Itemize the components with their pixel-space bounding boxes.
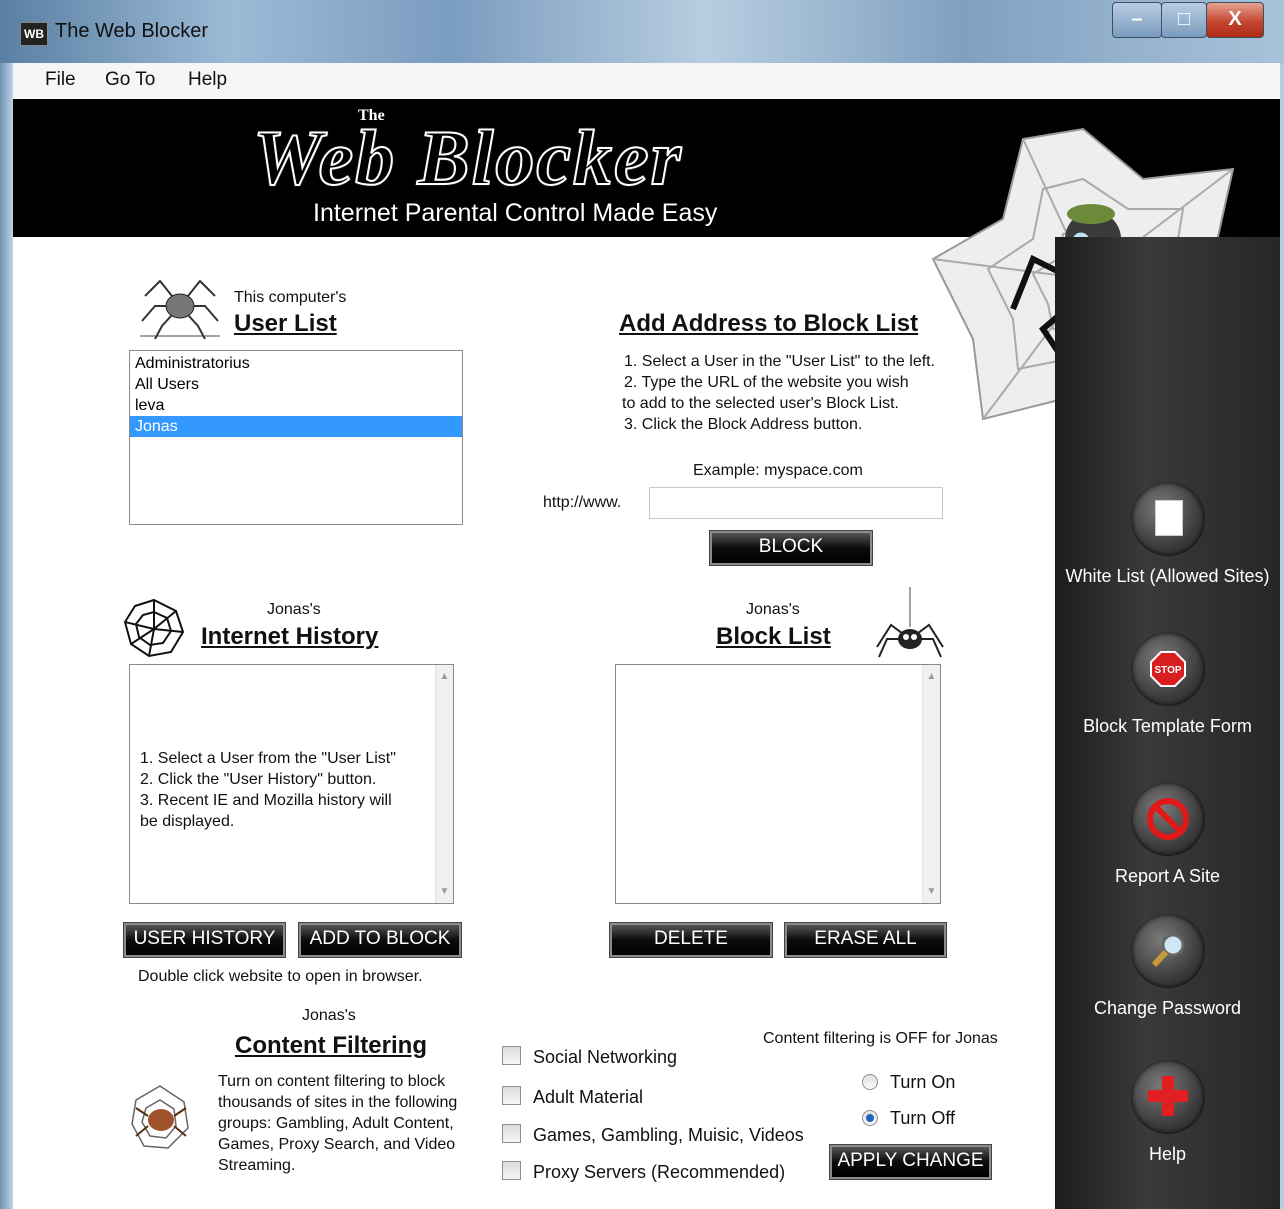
app-icon: WB <box>20 22 48 46</box>
list-item[interactable]: All Users <box>130 374 462 395</box>
sidebar-item-label: Help <box>1148 1144 1187 1164</box>
history-help-line: 2. Click the "User History" button. <box>140 771 377 788</box>
sidebar-item-white-list[interactable]: White List (Allowed Sites) <box>1055 482 1280 587</box>
apply-change-button[interactable]: APPLY CHANGE <box>829 1144 992 1180</box>
history-hint: Double click website to open in browser. <box>138 968 423 985</box>
erase-all-button[interactable]: ERASE ALL <box>784 922 947 958</box>
stop-sign-icon: STOP <box>1130 632 1205 706</box>
history-owner: Jonas's <box>267 601 321 618</box>
user-list-caption: This computer's <box>234 289 347 306</box>
list-item-selected[interactable]: Jonas <box>130 416 462 437</box>
filtering-description-line: Streaming. <box>218 1157 296 1174</box>
scroll-up-icon[interactable]: ▲ <box>436 671 453 682</box>
history-help-line: 1. Select a User from the "User List" <box>140 750 396 767</box>
scrollbar[interactable]: ▲ ▼ <box>922 665 940 903</box>
proxy-servers-label: Proxy Servers (Recommended) <box>533 1162 786 1182</box>
url-example: Example: myspace.com <box>693 462 863 479</box>
list-item[interactable]: leva <box>130 395 462 416</box>
scroll-up-icon[interactable]: ▲ <box>923 671 940 682</box>
turn-off-radio[interactable] <box>862 1110 878 1126</box>
document-icon <box>1130 482 1205 556</box>
proxy-servers-checkbox[interactable] <box>502 1161 521 1180</box>
history-help-line: 3. Recent IE and Mozilla history will <box>140 792 392 809</box>
social-networking-label: Social Networking <box>533 1047 678 1067</box>
filtering-description-line: Turn on content filtering to block <box>218 1073 446 1090</box>
user-history-button[interactable]: USER HISTORY <box>123 922 286 958</box>
turn-off-label: Turn Off <box>890 1108 956 1128</box>
sidebar-item-label: Block Template Form <box>1083 716 1252 736</box>
adult-material-label: Adult Material <box>533 1087 644 1107</box>
hanging-spider-icon <box>876 587 944 658</box>
menu-go-to[interactable]: Go To <box>105 69 155 91</box>
filtering-description-line: thousands of sites in the following <box>218 1094 458 1111</box>
sidebar-item-change-password[interactable]: Change Password <box>1055 914 1280 1019</box>
block-list-box[interactable]: ▲ ▼ <box>615 664 941 904</box>
filtering-description-line: groups: Gambling, Adult Content, <box>218 1115 454 1132</box>
close-button[interactable]: X <box>1206 2 1264 38</box>
filtering-description: Turn on content filtering to block thous… <box>218 1071 488 1176</box>
scroll-down-icon[interactable]: ▼ <box>436 886 453 897</box>
url-prefix: http://www. <box>543 494 622 511</box>
sidebar-item-report-site[interactable]: Report A Site <box>1055 782 1280 887</box>
sidebar-item-label: Change Password <box>1093 998 1242 1018</box>
prohibited-icon <box>1130 782 1205 856</box>
games-gambling-checkbox[interactable] <box>502 1124 521 1143</box>
menu-bar: File Go To Help <box>13 63 1280 100</box>
games-gambling-label: Games, Gambling, Muisic, Videos <box>533 1125 804 1145</box>
add-address-title: Add Address to Block List <box>619 310 919 337</box>
filtering-owner: Jonas's <box>302 1007 356 1024</box>
logo-the: The <box>358 107 385 124</box>
window-frame-left <box>0 63 13 1209</box>
delete-address-button[interactable]: DELETE ADDRESS <box>609 922 773 977</box>
url-input[interactable] <box>649 487 943 519</box>
tagline: Internet Parental Control Made Easy <box>313 199 718 227</box>
user-list-title: User List <box>234 310 337 337</box>
social-networking-checkbox[interactable] <box>502 1046 521 1065</box>
filtering-title: Content Filtering <box>235 1032 427 1059</box>
minimize-button[interactable]: – <box>1112 2 1162 38</box>
add-address-step: 1. Select a User in the "User List" to t… <box>624 353 936 370</box>
scroll-down-icon[interactable]: ▼ <box>923 886 940 897</box>
window-title: The Web Blocker <box>55 20 209 42</box>
turn-on-label: Turn On <box>890 1072 956 1092</box>
sidebar-item-label: White List (Allowed Sites) <box>1065 566 1270 586</box>
logo-text: Web Blocker <box>252 113 683 202</box>
maximize-button[interactable]: □ <box>1161 2 1207 38</box>
filtering-status: Content filtering is OFF for Jonas <box>763 1030 998 1047</box>
sidebar-item-label: Report A Site <box>1114 866 1221 886</box>
adult-material-checkbox[interactable] <box>502 1086 521 1105</box>
svg-text:STOP: STOP <box>1154 665 1181 676</box>
history-title: Internet History <box>201 623 379 650</box>
sidebar-item-block-template[interactable]: STOP Block Template Form <box>1055 632 1280 737</box>
turn-on-radio[interactable] <box>862 1074 878 1090</box>
magnifier-icon <box>1130 914 1205 988</box>
window-frame-right <box>1280 63 1284 1209</box>
spider-icon <box>140 279 220 340</box>
menu-help[interactable]: Help <box>188 69 227 91</box>
block-list-title: Block List <box>716 623 831 650</box>
block-address-button[interactable]: BLOCK ADDRESS <box>709 530 873 585</box>
add-address-step: to add to the selected user's Block List… <box>622 395 899 412</box>
menu-file[interactable]: File <box>45 69 76 91</box>
user-list-box[interactable]: Administratorius All Users leva Jonas <box>129 350 463 525</box>
history-list[interactable]: ▲ ▼ 1. Select a User from the "User List… <box>129 664 454 904</box>
list-item[interactable]: Administratorius <box>130 353 462 374</box>
spider-in-web-icon <box>131 1085 189 1149</box>
red-cross-icon <box>1130 1060 1205 1134</box>
filtering-description-line: Games, Proxy Search, and Video <box>218 1136 456 1153</box>
main-client-area: Web Blocker The Internet Parental Contro… <box>13 99 1280 1209</box>
history-help-line: be displayed. <box>140 813 235 830</box>
add-to-block-button[interactable]: ADD TO BLOCK <box>298 922 462 958</box>
scrollbar[interactable]: ▲ ▼ <box>435 665 453 903</box>
add-address-step: 2. Type the URL of the website you wish <box>624 374 909 391</box>
sidebar-item-help[interactable]: Help <box>1055 1060 1280 1165</box>
block-list-owner: Jonas's <box>746 601 800 618</box>
add-address-step: 3. Click the Block Address button. <box>624 416 863 433</box>
web-icon <box>123 598 185 658</box>
